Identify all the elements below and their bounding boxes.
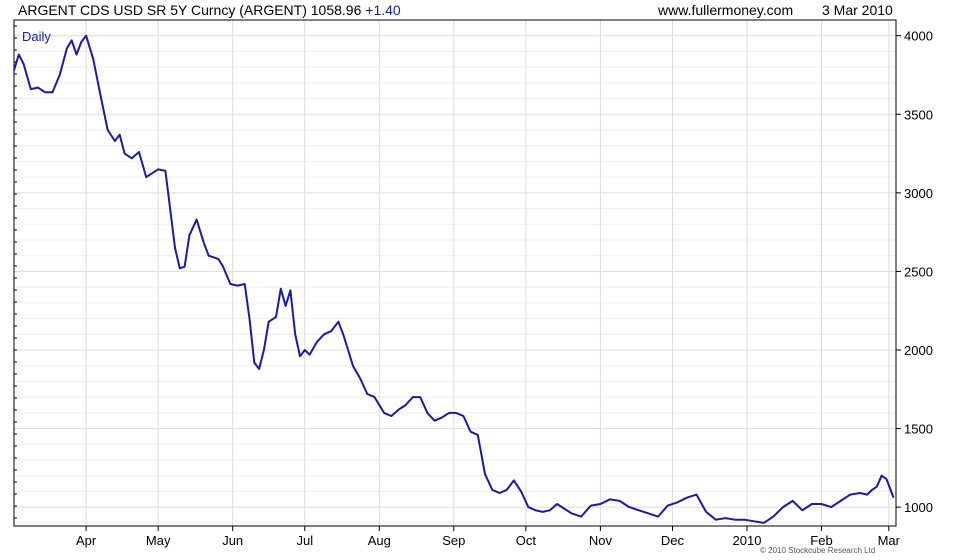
axes: 1000 1500 2000 2500 3000 3500 4000 Apr May Jun Jul… bbox=[13, 19, 933, 548]
x-tick-label: Apr bbox=[76, 533, 97, 548]
x-tick-label: Nov bbox=[589, 533, 613, 548]
copyright-text: © 2010 Stockcube Research Ltd bbox=[760, 546, 876, 555]
x-tick-label: Dec bbox=[661, 533, 685, 548]
x-tick-label: May bbox=[146, 533, 171, 548]
y-tick-label: 3500 bbox=[904, 107, 933, 122]
plot-frame bbox=[13, 19, 897, 527]
x-tick-label: Aug bbox=[368, 533, 391, 548]
y-tick-label: 2500 bbox=[904, 264, 933, 279]
y-tick-label: 1000 bbox=[904, 500, 933, 515]
grid bbox=[14, 19, 896, 526]
x-tick-label: Sep bbox=[442, 533, 465, 548]
frequency-label: Daily bbox=[22, 29, 51, 44]
y-tick-label: 4000 bbox=[904, 29, 933, 44]
y-tick-label: 1500 bbox=[904, 422, 933, 437]
y-tick-label: 2000 bbox=[904, 343, 933, 358]
line-chart: 1000 1500 2000 2500 3000 3500 4000 Apr May Jun Jul… bbox=[13, 19, 933, 548]
x-tick-label: Oct bbox=[516, 533, 537, 548]
x-tick-label: Jul bbox=[296, 533, 313, 548]
y-tick-label: 3000 bbox=[904, 186, 933, 201]
x-tick-label: 2010 bbox=[733, 533, 762, 548]
x-tick-label: Mar bbox=[878, 533, 901, 548]
x-tick-label: Jun bbox=[222, 533, 243, 548]
